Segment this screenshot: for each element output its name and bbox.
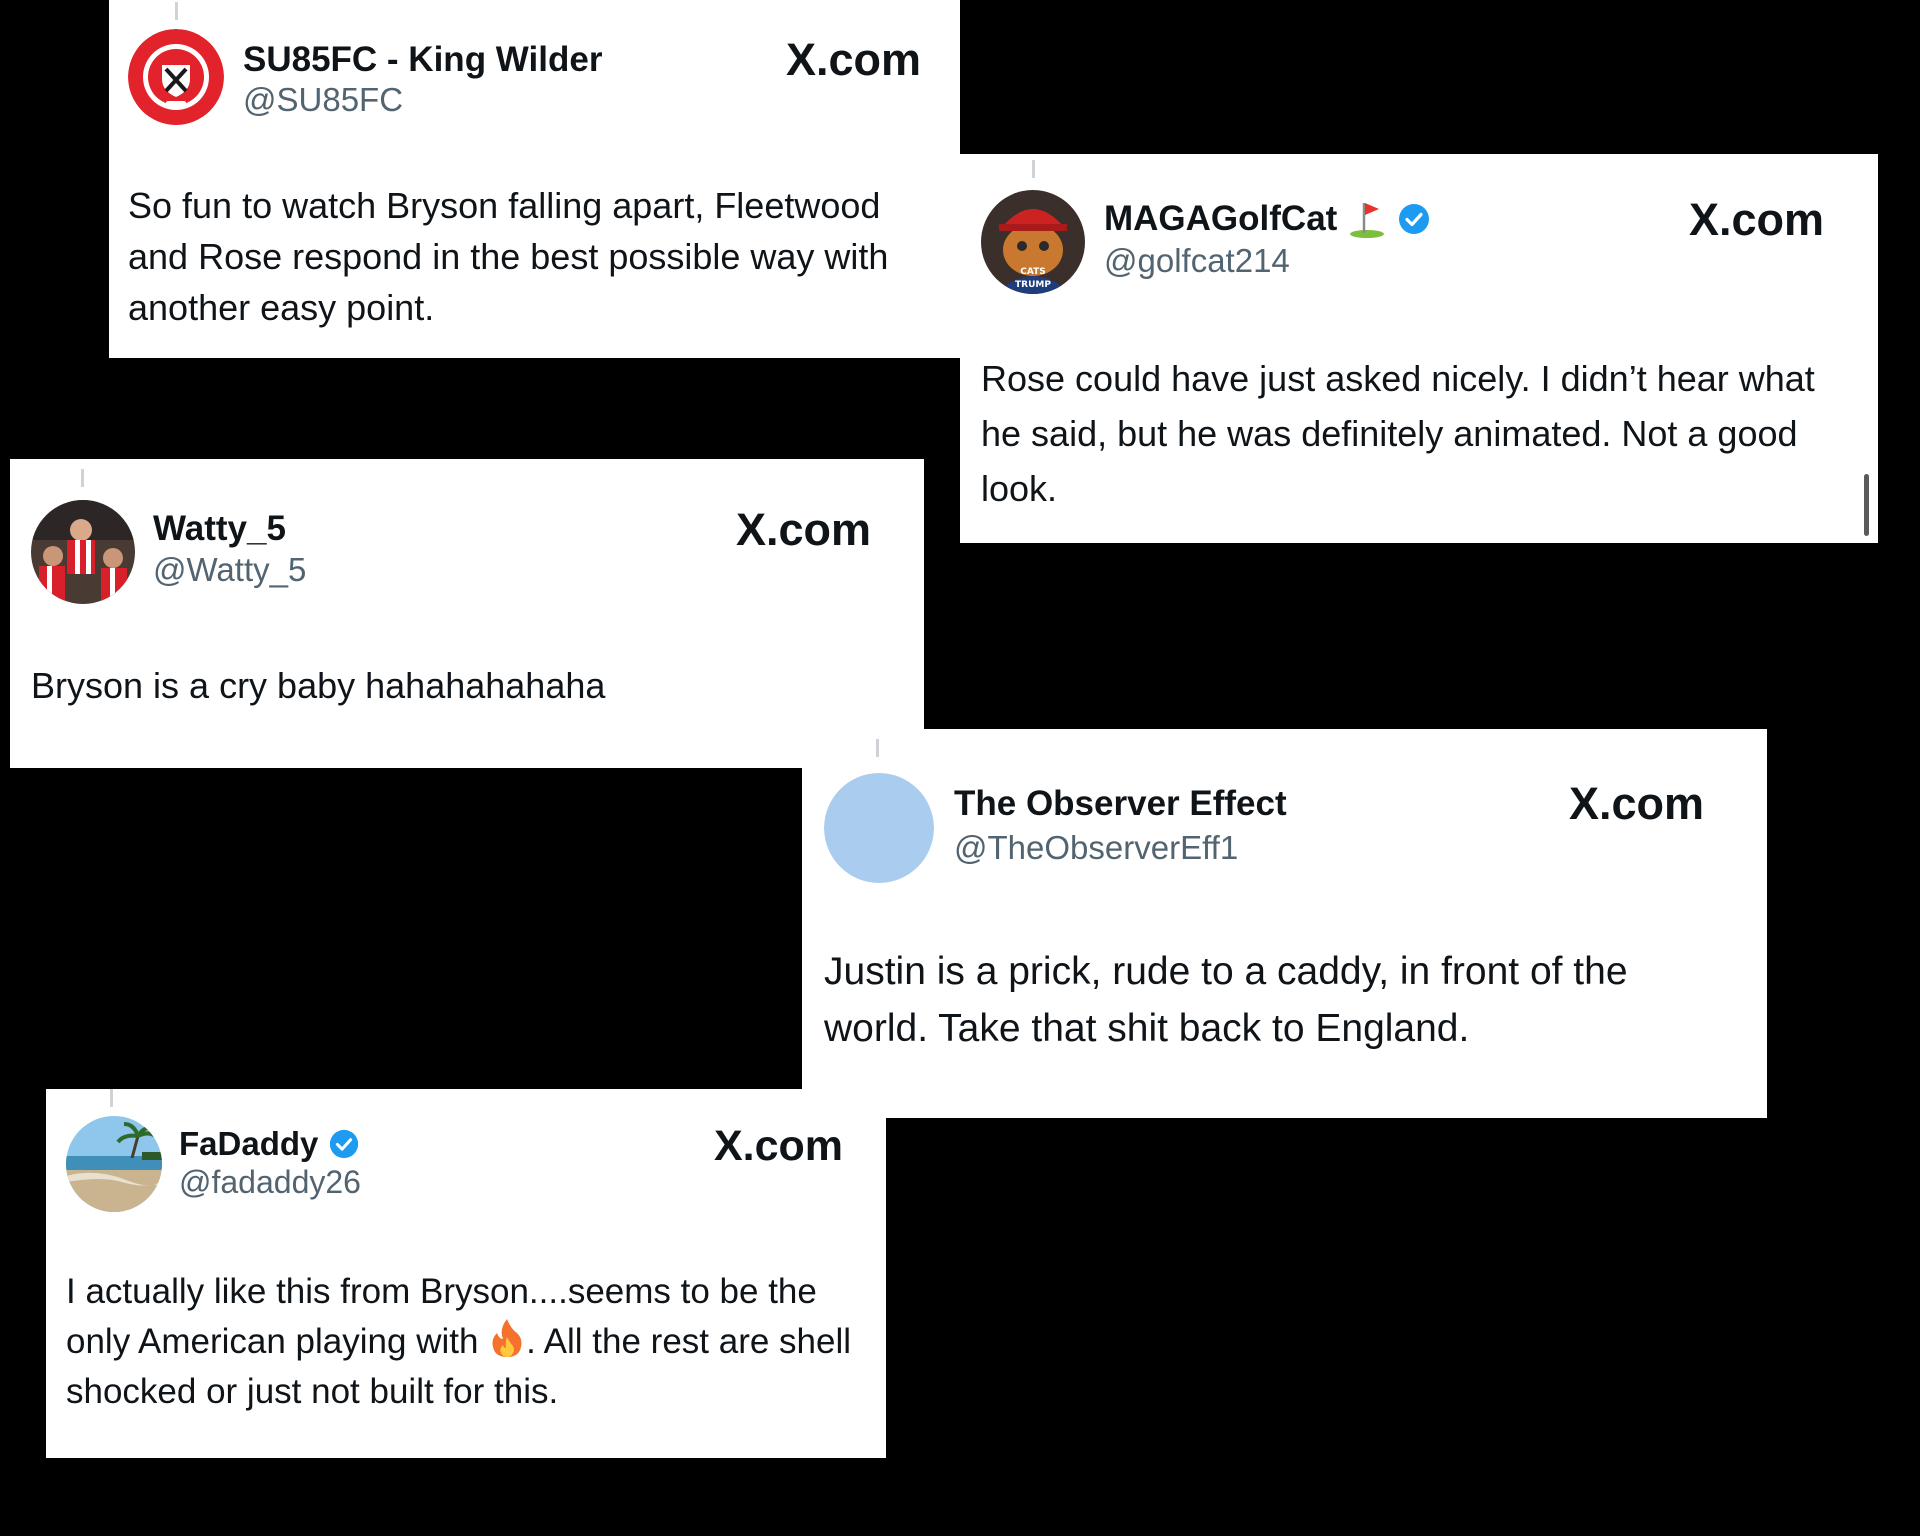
name-row: Watty_5 bbox=[153, 509, 286, 549]
sheffield-united-crest-icon bbox=[128, 29, 224, 125]
avatar[interactable] bbox=[128, 29, 224, 125]
x-com-label: X.com bbox=[1689, 194, 1825, 245]
handle[interactable]: @SU85FC bbox=[243, 81, 403, 119]
card-tick bbox=[1032, 160, 1035, 178]
golf-flag-icon bbox=[1350, 203, 1385, 238]
handle[interactable]: @golfcat214 bbox=[1104, 242, 1290, 280]
name-row: FaDaddy bbox=[179, 1125, 360, 1163]
tweet-text: I actually like this from Bryson....seem… bbox=[66, 1267, 876, 1417]
beach-photo-icon bbox=[66, 1116, 162, 1212]
tweet-card-fadaddy: FaDaddy @fadaddy26 X.com I actually like… bbox=[46, 1089, 886, 1458]
tweet-card-observer-effect: The Observer Effect @TheObserverEff1 X.c… bbox=[802, 729, 1767, 1118]
plain-light-blue-avatar-icon bbox=[824, 773, 934, 883]
card-tick bbox=[81, 469, 84, 487]
tweet-card-su85fc: SU85FC - King Wilder @SU85FC X.com So fu… bbox=[109, 0, 960, 358]
verified-badge-icon bbox=[1399, 204, 1430, 234]
svg-text:CATS: CATS bbox=[1020, 267, 1046, 277]
card-tick bbox=[876, 739, 879, 757]
tweet-text: So fun to watch Bryson falling apart, Fl… bbox=[128, 185, 889, 328]
handle[interactable]: @TheObserverEff1 bbox=[954, 829, 1238, 867]
cat-in-red-cap-icon: CATS TRUMP bbox=[981, 190, 1085, 294]
tweet-card-magagolfcat: CATS TRUMP MAGAGolfCat @golfcat214 X.com… bbox=[960, 154, 1878, 543]
x-com-label: X.com bbox=[714, 1122, 844, 1170]
avatar[interactable]: CATS TRUMP bbox=[981, 190, 1085, 294]
tweet-text: Justin is a prick, rude to a caddy, in f… bbox=[824, 950, 1628, 1050]
display-name[interactable]: FaDaddy bbox=[179, 1125, 318, 1163]
name-row: The Observer Effect bbox=[954, 784, 1287, 824]
card-tick bbox=[110, 1089, 113, 1107]
x-com-label: X.com bbox=[1569, 778, 1705, 829]
avatar[interactable] bbox=[66, 1116, 162, 1212]
display-name[interactable]: The Observer Effect bbox=[954, 784, 1287, 824]
tweet-text: Bryson is a cry baby hahahahahaha bbox=[31, 665, 606, 706]
handle[interactable]: @fadaddy26 bbox=[179, 1164, 361, 1201]
handle[interactable]: @Watty_5 bbox=[153, 551, 306, 589]
x-com-label: X.com bbox=[786, 34, 922, 85]
avatar[interactable] bbox=[824, 773, 934, 883]
display-name[interactable]: SU85FC - King Wilder bbox=[243, 40, 602, 80]
x-com-label: X.com bbox=[736, 504, 872, 555]
scrollbar[interactable] bbox=[1864, 474, 1869, 536]
name-row: SU85FC - King Wilder bbox=[243, 40, 602, 80]
name-row: MAGAGolfCat bbox=[1104, 199, 1431, 239]
display-name[interactable]: Watty_5 bbox=[153, 509, 286, 549]
football-celebration-photo-icon bbox=[31, 500, 135, 604]
card-tick bbox=[175, 2, 178, 20]
svg-text:TRUMP: TRUMP bbox=[1015, 280, 1051, 290]
fire-icon bbox=[492, 1319, 522, 1357]
display-name[interactable]: MAGAGolfCat bbox=[1104, 199, 1337, 239]
verified-badge-icon bbox=[330, 1129, 359, 1159]
tweet-card-watty5: Watty_5 @Watty_5 X.com Bryson is a cry b… bbox=[10, 459, 924, 768]
avatar[interactable] bbox=[31, 500, 135, 604]
tweet-text: Rose could have just asked nicely. I did… bbox=[981, 358, 1815, 509]
